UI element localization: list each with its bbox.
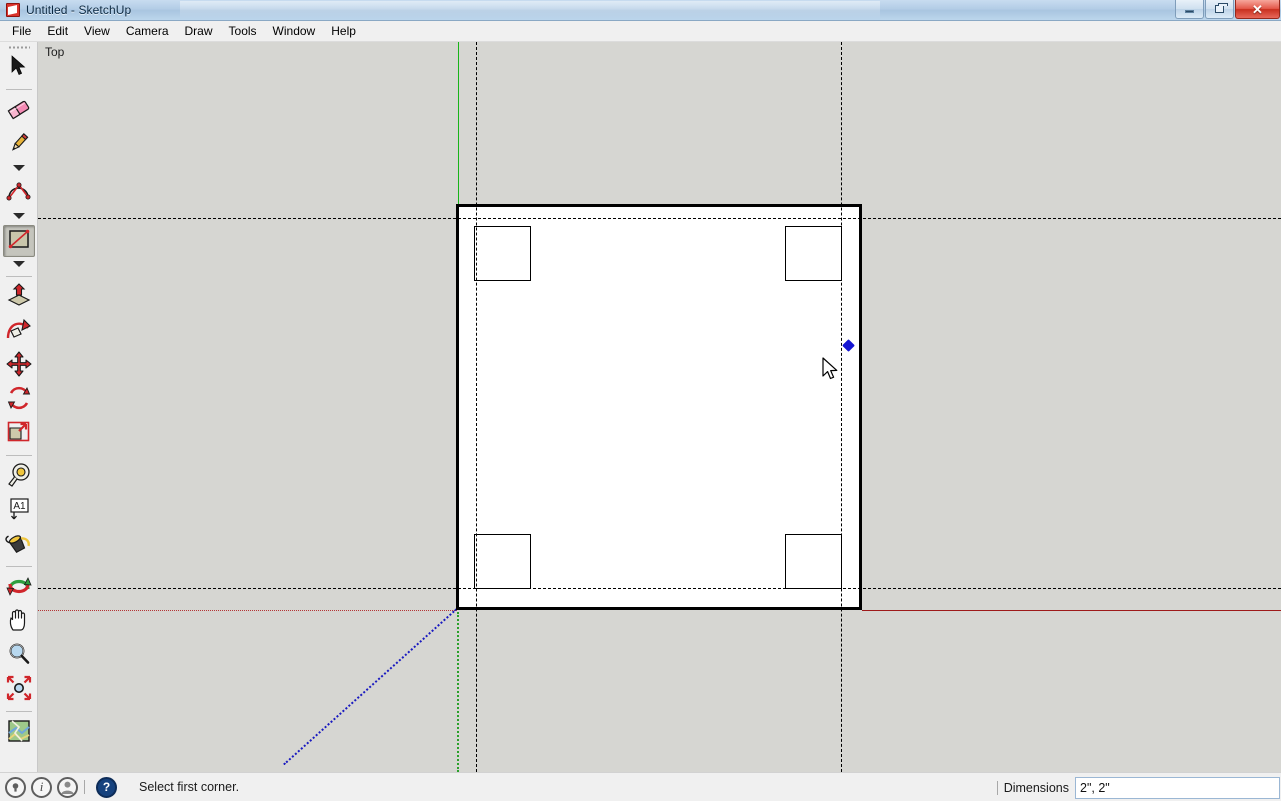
rectangle-edge-bottom[interactable] [456, 607, 862, 610]
window-controls: ✕ [1174, 0, 1280, 19]
menu-item-view[interactable]: View [76, 22, 118, 40]
drawing-viewport[interactable]: Top [38, 42, 1281, 772]
dimensions-label: Dimensions [1003, 780, 1069, 795]
help-icon[interactable]: ? [96, 776, 117, 798]
sketchup-logo-icon [5, 2, 21, 18]
move-tool[interactable] [3, 350, 35, 382]
window-title: Untitled - SketchUp [26, 3, 132, 17]
follow-me-tool[interactable] [3, 316, 35, 348]
status-message: Select first corner. [139, 780, 240, 794]
menu-item-file[interactable]: File [4, 22, 39, 40]
text-tool[interactable]: A1 [3, 495, 35, 527]
menu-item-window[interactable]: Window [265, 22, 324, 40]
tape-measure-tool[interactable] [3, 461, 35, 493]
left-toolbar: A1 [0, 42, 38, 772]
scale-tool[interactable] [3, 418, 35, 450]
line-tool[interactable] [3, 129, 35, 161]
arc-tool-dropdown[interactable] [3, 209, 35, 223]
rotate-tool[interactable] [3, 384, 35, 416]
paint-bucket-icon [4, 530, 33, 561]
restore-button[interactable] [1205, 0, 1234, 19]
axis-red-negative [38, 610, 457, 611]
menu-bar: File Edit View Camera Draw Tools Window … [0, 21, 1281, 42]
minimize-button[interactable] [1175, 0, 1204, 19]
rotate-icon [6, 385, 32, 416]
status-divider-right [996, 780, 998, 795]
scale-icon [6, 420, 32, 449]
orbit-tool[interactable] [3, 572, 35, 604]
status-bar: i ? Select first corner. Dimensions [0, 772, 1281, 801]
guide-line-vertical-left [476, 42, 477, 772]
rectangle-icon [7, 228, 31, 255]
close-button[interactable]: ✕ [1235, 0, 1280, 19]
arc-icon [6, 179, 32, 208]
zoom-extents-icon [6, 675, 32, 706]
push-pull-tool[interactable] [3, 282, 35, 314]
zoom-tool[interactable] [3, 640, 35, 672]
corner-square-top-left[interactable] [474, 226, 531, 281]
guide-line-horizontal-bottom [38, 588, 1281, 589]
rectangle-edge-left[interactable] [456, 204, 459, 610]
menu-item-help[interactable]: Help [323, 22, 364, 40]
axis-green-positive [458, 42, 459, 204]
chevron-down-icon [12, 165, 25, 171]
eraser-tool[interactable] [3, 95, 35, 127]
menu-item-tools[interactable]: Tools [221, 22, 265, 40]
line-tool-dropdown[interactable] [3, 161, 35, 175]
move-arrows-icon [5, 350, 32, 382]
geo-location-tool[interactable] [3, 717, 35, 749]
follow-me-icon [5, 317, 33, 348]
guide-line-vertical-right [841, 42, 842, 772]
bulb-glyph [12, 782, 19, 792]
account-icon[interactable] [57, 776, 78, 798]
title-bar: Untitled - SketchUp ✕ [0, 0, 1281, 21]
view-label: Top [45, 45, 65, 59]
dimensions-input[interactable] [1075, 776, 1280, 799]
arc-tool[interactable] [3, 177, 35, 209]
arrow-cursor-icon [9, 54, 29, 82]
rectangle-edge-top[interactable] [456, 204, 862, 207]
pencil-icon [6, 131, 32, 160]
paint-bucket-tool[interactable] [3, 529, 35, 561]
status-divider-left [84, 780, 85, 794]
corner-square-bottom-right[interactable] [785, 534, 842, 589]
help-glyph: ? [102, 780, 111, 794]
chevron-down-icon [12, 261, 25, 267]
axis-green-negative [457, 612, 459, 772]
chevron-down-icon [12, 213, 25, 219]
map-icon [6, 719, 32, 748]
push-pull-icon [5, 282, 33, 314]
mouse-cursor [822, 357, 840, 383]
rectangle-tool[interactable] [2, 225, 35, 257]
dimensions-group: Dimensions [991, 773, 1281, 801]
magnifier-icon [6, 641, 32, 672]
select-tool[interactable] [3, 52, 35, 84]
pan-tool[interactable] [3, 606, 35, 638]
guide-line-horizontal-top [38, 218, 1281, 219]
corner-square-bottom-left[interactable] [474, 534, 531, 589]
hand-icon [7, 607, 31, 638]
menu-item-edit[interactable]: Edit [39, 22, 76, 40]
rectangle-edge-right[interactable] [859, 204, 862, 610]
eraser-icon [6, 98, 32, 125]
info-glyph: i [39, 779, 44, 794]
person-glyph [61, 781, 74, 794]
axis-blue-negative [283, 608, 457, 766]
menu-item-camera[interactable]: Camera [118, 22, 177, 40]
text-a1-icon: A1 [6, 496, 32, 527]
tips-bulb-icon[interactable] [5, 776, 26, 798]
sketchup-window: Untitled - SketchUp ✕ File Edit View Cam… [0, 0, 1281, 801]
zoom-extents-tool[interactable] [3, 674, 35, 706]
svg-text:A1: A1 [13, 501, 26, 512]
rectangle-tool-dropdown[interactable] [3, 257, 35, 271]
toolbar-grip[interactable] [7, 44, 30, 51]
tape-measure-icon [6, 462, 32, 493]
menu-item-draw[interactable]: Draw [177, 22, 221, 40]
info-icon[interactable]: i [31, 776, 52, 798]
axis-red-positive [862, 610, 1281, 611]
corner-square-top-right[interactable] [785, 226, 842, 281]
orbit-icon [5, 573, 33, 604]
